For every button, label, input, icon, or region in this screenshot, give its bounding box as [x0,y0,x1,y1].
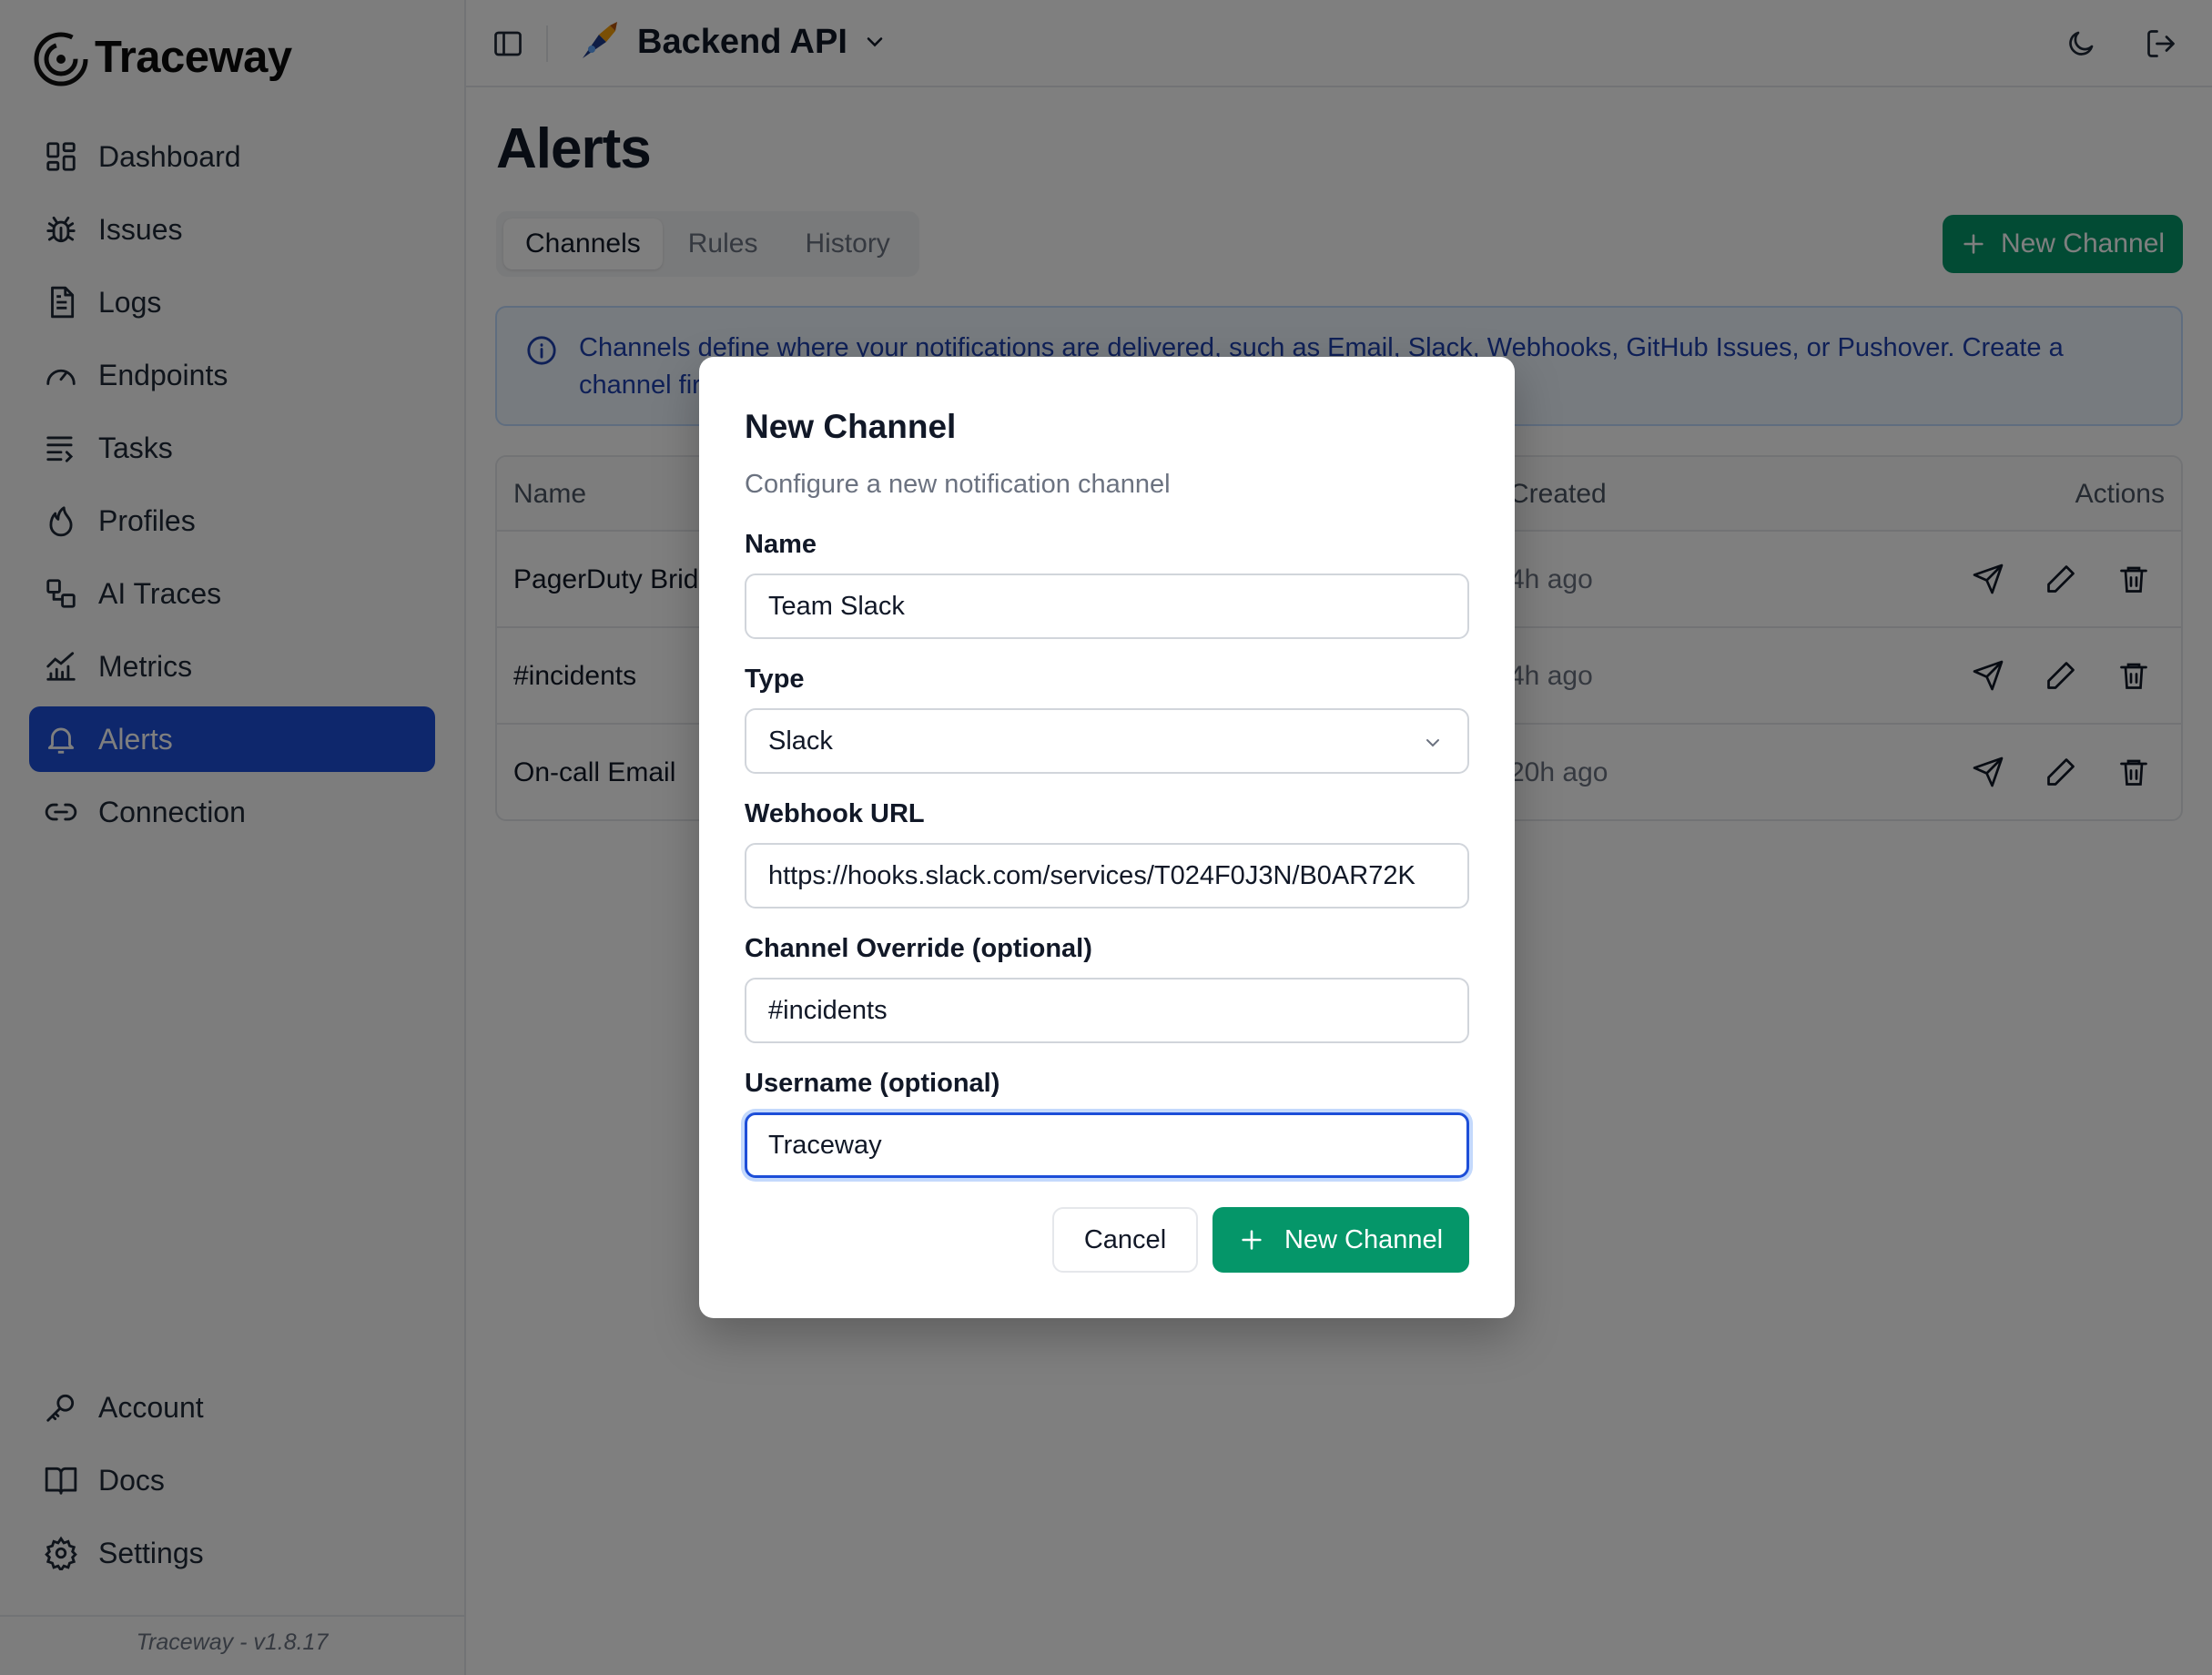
username-label: Username (optional) [745,1069,1000,1098]
name-label: Name [745,530,817,559]
username-field[interactable]: Traceway [745,1112,1469,1178]
type-label: Type [745,665,805,694]
create-channel-button[interactable]: New Channel [1213,1207,1469,1273]
channel-override-field[interactable]: #incidents [745,978,1469,1043]
webhook-url-field[interactable]: https://hooks.slack.com/services/T024F0J… [745,843,1469,909]
dialog-title: New Channel [745,408,957,445]
dialog-description: Configure a new notification channel [745,470,1171,499]
plus-icon [1242,1230,1262,1250]
chevron-down-icon [1426,739,1439,747]
new-channel-dialog: New Channel Configure a new notification… [699,357,1515,1318]
type-select-value: Slack [768,726,833,756]
name-field[interactable]: Team Slack [745,574,1469,639]
cancel-button[interactable]: Cancel [1052,1207,1198,1273]
type-select[interactable]: Slack [745,708,1469,774]
webhook-url-label: Webhook URL [745,799,925,828]
channel-override-label: Channel Override (optional) [745,934,1092,963]
create-channel-button-label: New Channel [1284,1224,1444,1254]
